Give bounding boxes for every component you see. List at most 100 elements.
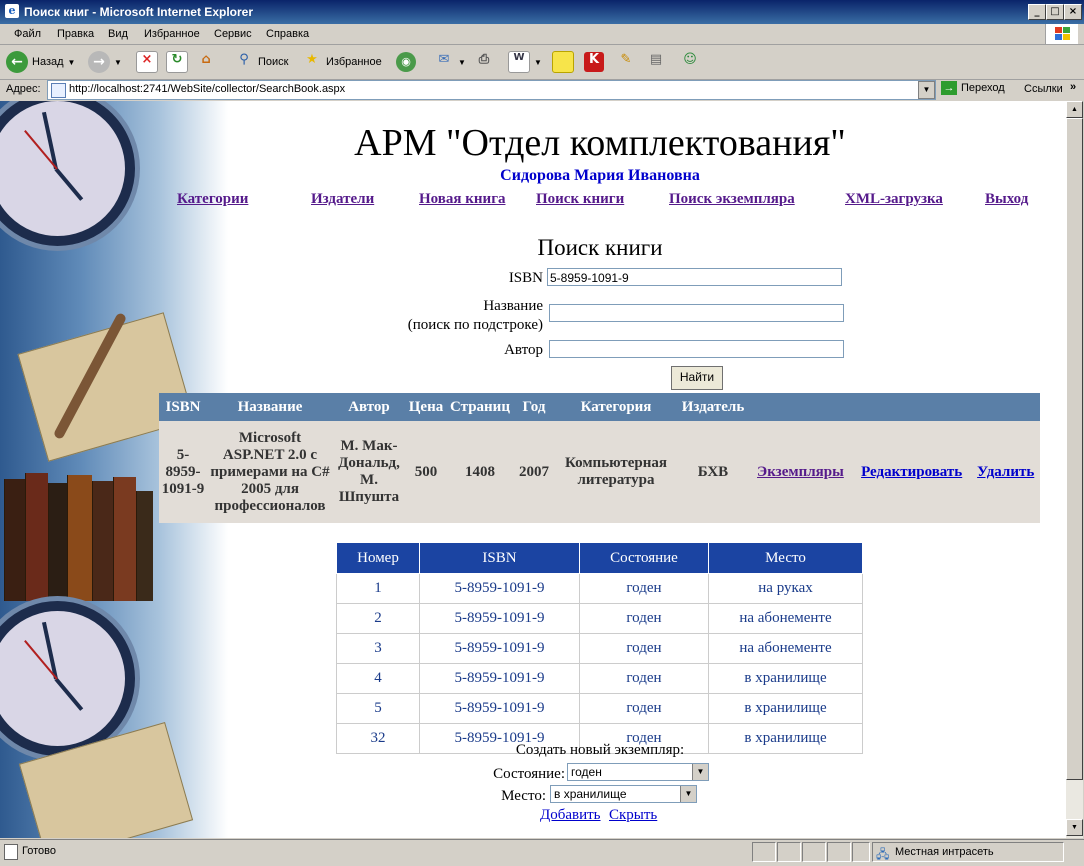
close-button[interactable]: × — [1064, 4, 1082, 20]
research-button[interactable]: ✎ — [616, 50, 636, 74]
address-bar: Адрес: http://localhost:2741/WebSite/col… — [0, 80, 1084, 100]
book-publisher: БХВ — [677, 421, 749, 523]
menu-tools[interactable]: Сервис — [214, 28, 252, 40]
tool-icon: ▤ — [649, 52, 663, 67]
menu-favorites[interactable]: Избранное — [144, 28, 200, 40]
page-title: АРМ "Отдел комплектования" — [354, 122, 846, 164]
status-cell — [852, 842, 870, 862]
author-label: Автор — [504, 342, 543, 358]
media-icon: ◉ — [396, 52, 416, 72]
edit-link[interactable]: Редактировать — [861, 464, 962, 480]
mail-button[interactable]: ✉ ▼ — [434, 50, 466, 74]
table-row: 5 5-8959-1091-9 годен в хранилище — [336, 693, 863, 724]
kaspersky-button[interactable]: K — [584, 50, 604, 74]
refresh-button[interactable]: ↻ — [166, 50, 188, 74]
security-zone: 🖧 Местная интрасеть — [872, 842, 1064, 862]
table-row: 5-8959-1091-9 Microsoft ASP.NET 2.0 с пр… — [159, 421, 1040, 523]
isbn-label: ISBN — [508, 270, 543, 286]
go-button[interactable]: → Переход — [941, 81, 1005, 95]
links-button[interactable]: Ссылки — [1024, 83, 1063, 95]
nav-categories[interactable]: Категории — [177, 191, 248, 208]
copy-place: в хранилище — [708, 693, 863, 724]
copy-number: 1 — [336, 573, 420, 604]
stop-icon: × — [136, 51, 158, 73]
copy-state: годен — [579, 573, 709, 604]
isbn-input[interactable]: 5-8959-1091-9 — [547, 268, 842, 286]
copy-place: в хранилище — [708, 723, 863, 754]
copy-place: на руках — [708, 573, 863, 604]
copy-isbn: 5-8959-1091-9 — [419, 573, 580, 604]
column-header: Категория — [555, 393, 677, 421]
menu-edit[interactable]: Правка — [57, 28, 94, 40]
document-icon — [4, 844, 18, 860]
toolbar-tool-button[interactable]: ▤ — [646, 50, 666, 74]
nav-new-book[interactable]: Новая книга — [419, 191, 506, 208]
menu-bar: Файл Правка Вид Избранное Сервис Справка — [0, 24, 1084, 45]
page-icon — [51, 83, 66, 98]
word-icon: W — [508, 51, 530, 73]
copy-number: 2 — [336, 603, 420, 634]
scroll-thumb[interactable] — [1066, 118, 1083, 780]
notes-button[interactable] — [552, 50, 574, 74]
column-header: Автор — [333, 393, 405, 421]
nav-xml-upload[interactable]: XML-загрузка — [845, 191, 943, 208]
menu-file[interactable]: Файл — [14, 28, 41, 40]
home-button[interactable]: ⌂ — [196, 50, 216, 74]
copy-state: годен — [579, 633, 709, 664]
stop-button[interactable]: × — [136, 50, 158, 74]
edit-button[interactable]: W ▼ — [508, 50, 542, 74]
forward-arrow-icon: → — [88, 51, 110, 73]
copy-isbn: 5-8959-1091-9 — [419, 693, 580, 724]
book-price: 500 — [405, 421, 447, 523]
nav-search-copy[interactable]: Поиск экземпляра — [669, 191, 795, 208]
copy-place: в хранилище — [708, 663, 863, 694]
minimize-button[interactable]: _ — [1028, 4, 1046, 20]
copies-table: Номер ISBN Состояние Место 1 5-8959-1091… — [336, 542, 863, 754]
name-hint: (поиск по подстроке) — [407, 317, 543, 333]
copy-place: на абонементе — [708, 633, 863, 664]
add-link[interactable]: Добавить — [540, 807, 601, 824]
menu-help[interactable]: Справка — [266, 28, 309, 40]
maximize-button[interactable]: □ — [1046, 4, 1064, 20]
place-select[interactable]: в хранилище ▼ — [550, 785, 697, 803]
status-text: Готово — [22, 845, 56, 857]
copies-link[interactable]: Экземпляры — [757, 464, 844, 480]
address-dropdown[interactable]: ▼ — [918, 81, 935, 99]
vertical-scrollbar[interactable]: ▲ ▼ — [1066, 101, 1083, 838]
media-button[interactable]: ◉ — [396, 50, 416, 74]
mail-icon: ✉ — [438, 52, 450, 67]
back-button[interactable]: ← Назад ▼ — [6, 50, 75, 74]
delete-link[interactable]: Удалить — [977, 464, 1034, 480]
name-input[interactable] — [549, 304, 844, 322]
clock-icon — [0, 101, 135, 246]
copy-place: на абонементе — [708, 603, 863, 634]
nav-publishers[interactable]: Издатели — [311, 191, 374, 208]
find-button[interactable]: Найти — [671, 366, 723, 390]
messenger-button[interactable]: ☺ — [680, 50, 700, 74]
window-title: Поиск книг - Microsoft Internet Explorer — [24, 5, 253, 19]
search-button[interactable]: ⚲ Поиск — [234, 50, 288, 74]
name-label: Название — [483, 298, 543, 314]
chevron-right-icon[interactable]: » — [1070, 81, 1076, 93]
ie-icon: e — [5, 4, 19, 18]
scroll-up-icon[interactable]: ▲ — [1066, 101, 1083, 118]
print-button[interactable]: ⎙ — [474, 50, 494, 74]
favorites-button[interactable]: ★ Избранное — [302, 50, 382, 74]
copy-state: годен — [579, 603, 709, 634]
nav-search-book[interactable]: Поиск книги — [536, 191, 624, 208]
address-input[interactable]: http://localhost:2741/WebSite/collector/… — [47, 80, 936, 100]
book-year: 2007 — [513, 421, 555, 523]
book-pages: 1408 — [447, 421, 513, 523]
hide-link[interactable]: Скрыть — [609, 807, 657, 824]
state-select[interactable]: годен ▼ — [567, 763, 709, 781]
print-icon: ⎙ — [478, 52, 490, 67]
status-bar: Готово 🖧 Местная интрасеть — [0, 839, 1084, 863]
forward-button[interactable]: → ▼ — [88, 50, 122, 74]
search-icon: ⚲ — [239, 52, 249, 67]
author-input[interactable] — [549, 340, 844, 358]
scroll-down-icon[interactable]: ▼ — [1066, 819, 1083, 836]
nav-logout[interactable]: Выход — [985, 191, 1028, 208]
menu-view[interactable]: Вид — [108, 28, 128, 40]
note-icon — [552, 51, 574, 73]
title-bar: e Поиск книг - Microsoft Internet Explor… — [0, 0, 1084, 24]
